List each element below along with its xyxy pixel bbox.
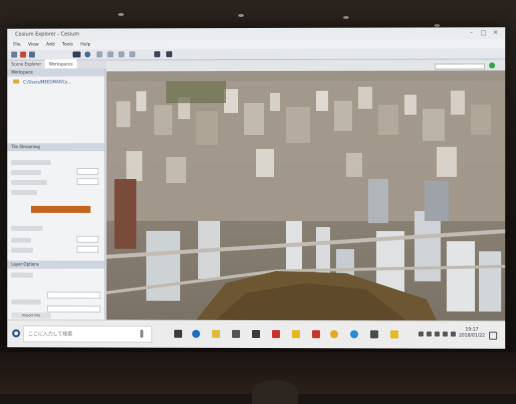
ceiling-light-2 [238, 14, 244, 17]
option-row [11, 225, 43, 231]
layers-icon[interactable] [96, 51, 103, 58]
microphone-icon[interactable] [140, 329, 144, 338]
location-search-input[interactable] [434, 63, 485, 70]
system-clock[interactable]: 19:17 2018/01/22 [459, 328, 485, 340]
workspace-path[interactable]: C:/Users/MEEGMAP/Ce... [23, 79, 71, 84]
windows-taskbar: ここに入力して検索 19:17 2018/01/22 [7, 319, 506, 349]
import-file-button[interactable]: Import File [11, 312, 51, 319]
globe-icon[interactable] [84, 51, 91, 58]
app-icon-dark[interactable] [370, 330, 379, 339]
close-icon[interactable]: ✕ [492, 29, 499, 36]
store-icon[interactable] [232, 329, 241, 338]
tab-workspaces[interactable]: Workspaces [45, 59, 77, 69]
option-row [11, 180, 47, 186]
minimize-icon[interactable]: – [468, 29, 475, 36]
new-icon[interactable] [11, 51, 18, 58]
value-field[interactable] [76, 245, 99, 253]
menu-view[interactable]: View [28, 43, 39, 48]
option-row [11, 299, 41, 305]
option-row [11, 272, 33, 278]
camera-icon[interactable] [129, 51, 136, 58]
clock-date: 2018/01/22 [458, 333, 485, 339]
sidebar: Workspace C:/Users/MEEGMAP/Ce... Tile St… [7, 68, 106, 320]
menu-add[interactable]: Add [46, 43, 55, 48]
value-field[interactable] [76, 235, 99, 243]
menu-help[interactable]: Help [80, 42, 90, 47]
mail-icon[interactable] [252, 329, 260, 339]
taskbar-search-input[interactable]: ここに入力して検索 [23, 325, 153, 343]
value-field[interactable] [76, 178, 99, 186]
panel-workspace-title: Workspace [11, 69, 33, 75]
window-controls: – □ ✕ [468, 29, 499, 36]
open-icon[interactable] [20, 51, 27, 58]
notification-icon[interactable] [489, 331, 498, 340]
color-swatch[interactable] [31, 205, 91, 213]
task-view-icon[interactable] [174, 329, 183, 338]
app-q-icon-2[interactable] [390, 330, 399, 339]
tab-scene-explorer[interactable]: Scene Explorer [7, 60, 45, 69]
option-row [11, 189, 37, 195]
pin-icon[interactable] [166, 51, 173, 58]
save-icon[interactable] [29, 51, 35, 58]
panel-workspace-header[interactable]: Workspace [7, 68, 105, 77]
menu-tools[interactable]: Tools [62, 43, 73, 48]
box-icon[interactable] [107, 51, 114, 58]
value-field[interactable] [46, 305, 101, 313]
file-explorer-icon[interactable] [212, 329, 221, 338]
panel-layer-options-header[interactable]: Layer Options [7, 260, 105, 269]
tray-up-icon[interactable] [418, 331, 424, 337]
viewport-search-bar [106, 60, 506, 72]
language-icon[interactable] [450, 331, 456, 337]
menu-file[interactable]: File [13, 43, 20, 48]
status-indicator-icon [489, 62, 496, 69]
panel-tile-streaming-header[interactable]: Tile Streaming [7, 143, 105, 152]
option-row [11, 170, 41, 176]
3d-viewport[interactable] [106, 60, 506, 321]
maximize-icon[interactable]: □ [480, 29, 487, 36]
app-icon-red-2[interactable] [312, 330, 321, 339]
panel-tile-streaming-title: Tile Streaming [11, 144, 40, 150]
chrome-icon[interactable] [330, 330, 339, 339]
panel-layer-options-title: Layer Options [11, 261, 39, 267]
option-row [11, 160, 51, 166]
dropdown-field[interactable] [46, 291, 101, 299]
sidebar-tabs: Scene Explorer Workspaces [7, 59, 106, 69]
ie-icon[interactable] [350, 330, 359, 339]
eye-icon[interactable] [72, 51, 81, 58]
city-3d-view[interactable] [106, 60, 506, 321]
folder-icon [13, 79, 20, 84]
ruler-icon[interactable] [118, 51, 125, 58]
ceiling-light-3 [343, 16, 349, 19]
app-icon-red[interactable] [272, 330, 281, 339]
audience-head [252, 380, 298, 404]
flag-icon[interactable] [154, 51, 161, 58]
option-row [11, 247, 33, 253]
ceiling-light-1 [118, 13, 124, 16]
window-title: Cesium Explorer - Cesium [15, 31, 80, 38]
app-q-icon[interactable] [292, 330, 301, 339]
cortana-icon[interactable] [12, 329, 21, 338]
projected-screen: Cesium Explorer - Cesium – □ ✕ File View… [7, 27, 506, 349]
edge-icon[interactable] [192, 329, 201, 338]
ime-icon[interactable] [442, 331, 448, 337]
value-field[interactable] [76, 168, 99, 176]
option-row [11, 237, 32, 243]
volume-icon[interactable] [434, 331, 440, 337]
network-icon[interactable] [426, 331, 432, 337]
